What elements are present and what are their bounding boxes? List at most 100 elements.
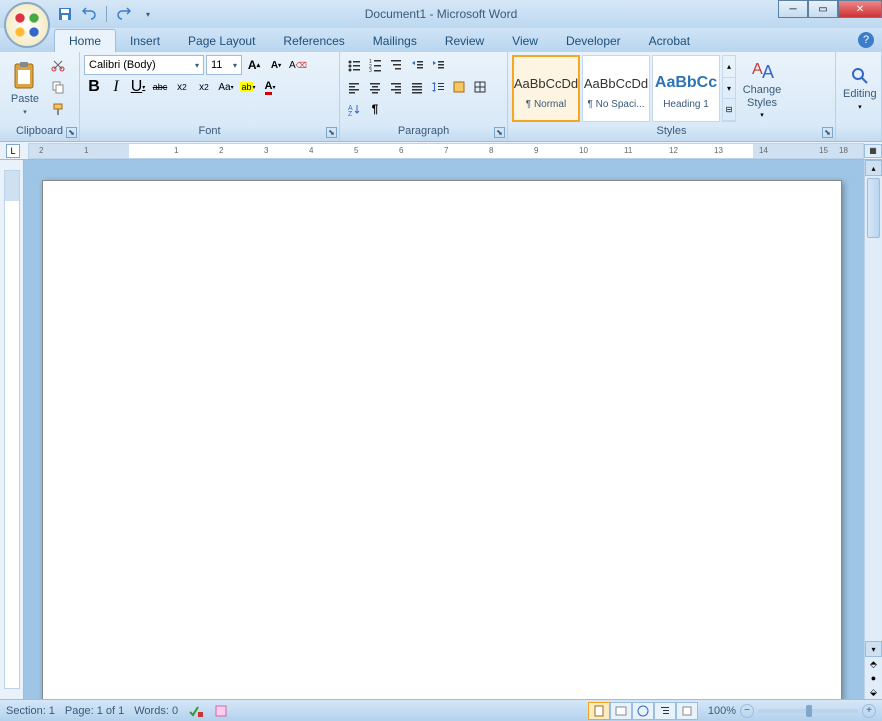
tab-review[interactable]: Review [431, 30, 498, 52]
underline-button[interactable]: U▾ [128, 77, 148, 97]
styles-gallery: AaBbCcDd¶ Normal AaBbCcDd¶ No Spaci... A… [512, 55, 736, 122]
scroll-up-icon[interactable]: ▴ [865, 160, 882, 176]
cut-icon[interactable] [48, 55, 68, 75]
redo-icon[interactable] [115, 5, 133, 23]
close-button[interactable]: ✕ [838, 0, 882, 18]
line-spacing-icon[interactable] [428, 77, 448, 97]
decrease-indent-icon[interactable] [407, 55, 427, 75]
font-launcher[interactable]: ⬊ [326, 127, 337, 138]
tab-view[interactable]: View [498, 30, 552, 52]
style-scroll[interactable]: ▴▾⊟ [722, 55, 736, 122]
status-section[interactable]: Section: 1 [6, 705, 55, 717]
strike-button[interactable]: abc [150, 77, 170, 97]
paragraph-launcher[interactable]: ⬊ [494, 127, 505, 138]
borders-icon[interactable] [470, 77, 490, 97]
grow-font-icon[interactable]: A▴ [244, 55, 264, 75]
office-button[interactable] [4, 2, 50, 48]
status-bar: Section: 1 Page: 1 of 1 Words: 0 100% − … [0, 699, 882, 721]
increase-indent-icon[interactable] [428, 55, 448, 75]
ruler-track[interactable]: 211234567891011121314151718 [28, 143, 864, 159]
numbering-icon[interactable]: 123 [365, 55, 385, 75]
show-marks-icon[interactable]: ¶ [365, 99, 385, 119]
group-editing: Editing▾ [836, 52, 882, 141]
scroll-thumb[interactable] [867, 178, 880, 238]
sort-icon[interactable]: AZ [344, 99, 364, 119]
font-name-combo[interactable]: Calibri (Body)▾ [84, 55, 204, 75]
window-controls: ─ ▭ ✕ [778, 0, 882, 18]
tab-developer[interactable]: Developer [552, 30, 635, 52]
outline-view[interactable] [654, 702, 676, 720]
full-screen-view[interactable] [610, 702, 632, 720]
bold-button[interactable]: B [84, 77, 104, 97]
ruler-toggle-icon[interactable]: ▦ [864, 144, 882, 158]
maximize-button[interactable]: ▭ [808, 0, 838, 18]
align-center-icon[interactable] [365, 77, 385, 97]
zoom-out-button[interactable]: − [740, 704, 754, 718]
next-page-icon[interactable]: ⬙ [865, 685, 882, 699]
scroll-down-icon[interactable]: ▾ [865, 641, 882, 657]
group-clipboard: Paste ▾ Clipboard⬊ [0, 52, 80, 141]
title-bar: ▾ Document1 - Microsoft Word ─ ▭ ✕ [0, 0, 882, 28]
change-styles-button[interactable]: AA Change Styles▾ [738, 55, 786, 122]
draft-view[interactable] [676, 702, 698, 720]
page[interactable] [42, 180, 842, 699]
tab-home[interactable]: Home [54, 29, 116, 52]
font-size-combo[interactable]: 11▾ [206, 55, 242, 75]
vertical-scrollbar[interactable]: ▴ ▾ ⬘ ● ⬙ [864, 160, 882, 699]
ruler-vertical[interactable] [0, 160, 24, 699]
spell-check-icon[interactable] [188, 704, 204, 718]
zoom-slider[interactable] [758, 709, 858, 713]
style-heading-1[interactable]: AaBbCcHeading 1 [652, 55, 720, 122]
group-styles: AaBbCcDd¶ Normal AaBbCcDd¶ No Spaci... A… [508, 52, 836, 141]
web-layout-view[interactable] [632, 702, 654, 720]
align-left-icon[interactable] [344, 77, 364, 97]
justify-icon[interactable] [407, 77, 427, 97]
page-viewport[interactable] [24, 160, 864, 699]
bullets-icon[interactable] [344, 55, 364, 75]
print-layout-view[interactable] [588, 702, 610, 720]
clear-format-icon[interactable]: A⌫ [288, 55, 308, 75]
tab-insert[interactable]: Insert [116, 30, 174, 52]
tab-selector[interactable]: L [6, 144, 20, 158]
style-normal[interactable]: AaBbCcDd¶ Normal [512, 55, 580, 122]
browse-object-icon[interactable]: ● [865, 671, 882, 685]
status-words[interactable]: Words: 0 [134, 705, 178, 717]
tab-acrobat[interactable]: Acrobat [635, 30, 704, 52]
shrink-font-icon[interactable]: A▾ [266, 55, 286, 75]
quick-access-toolbar: ▾ [56, 5, 157, 23]
italic-button[interactable]: I [106, 77, 126, 97]
help-button[interactable]: ? [858, 32, 874, 48]
undo-icon[interactable] [80, 5, 98, 23]
status-page[interactable]: Page: 1 of 1 [65, 705, 124, 717]
macro-record-icon[interactable] [214, 704, 228, 718]
align-right-icon[interactable] [386, 77, 406, 97]
zoom-in-button[interactable]: + [862, 704, 876, 718]
tab-mailings[interactable]: Mailings [359, 30, 431, 52]
change-case-button[interactable]: Aa▾ [216, 77, 236, 97]
save-icon[interactable] [56, 5, 74, 23]
zoom-control: 100% − + [708, 704, 876, 718]
styles-launcher[interactable]: ⬊ [822, 127, 833, 138]
format-painter-icon[interactable] [48, 99, 68, 119]
editing-button[interactable]: Editing▾ [840, 55, 880, 122]
paste-label: Paste [11, 93, 39, 105]
highlight-button[interactable]: ab▾ [238, 77, 258, 97]
tab-page-layout[interactable]: Page Layout [174, 30, 269, 52]
subscript-button[interactable]: x2 [172, 77, 192, 97]
zoom-level[interactable]: 100% [708, 705, 736, 717]
clipboard-launcher[interactable]: ⬊ [66, 127, 77, 138]
qat-separator [106, 6, 107, 22]
prev-page-icon[interactable]: ⬘ [865, 657, 882, 671]
tab-references[interactable]: References [269, 30, 358, 52]
shading-icon[interactable] [449, 77, 469, 97]
qat-customize-icon[interactable]: ▾ [139, 5, 157, 23]
font-color-button[interactable]: A▾ [260, 77, 280, 97]
paste-button[interactable]: Paste ▾ [4, 55, 46, 122]
copy-icon[interactable] [48, 77, 68, 97]
style-no-spacing[interactable]: AaBbCcDd¶ No Spaci... [582, 55, 650, 122]
superscript-button[interactable]: x2 [194, 77, 214, 97]
ruler-horizontal[interactable]: L 211234567891011121314151718 ▦ [0, 142, 882, 160]
multilevel-icon[interactable] [386, 55, 406, 75]
minimize-button[interactable]: ─ [778, 0, 808, 18]
document-area: ▴ ▾ ⬘ ● ⬙ [0, 160, 882, 699]
